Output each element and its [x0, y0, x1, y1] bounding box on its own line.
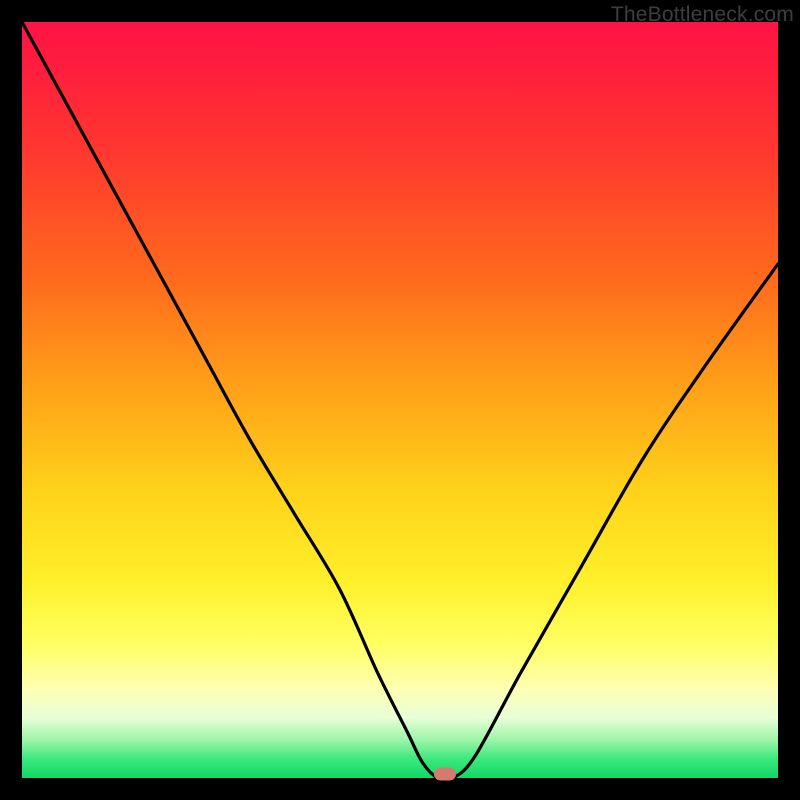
- bottleneck-curve: [22, 22, 778, 778]
- plot-area: [22, 22, 778, 778]
- watermark-text: TheBottleneck.com: [611, 3, 794, 27]
- chart-frame: TheBottleneck.com: [0, 0, 800, 800]
- optimum-marker: [434, 768, 456, 781]
